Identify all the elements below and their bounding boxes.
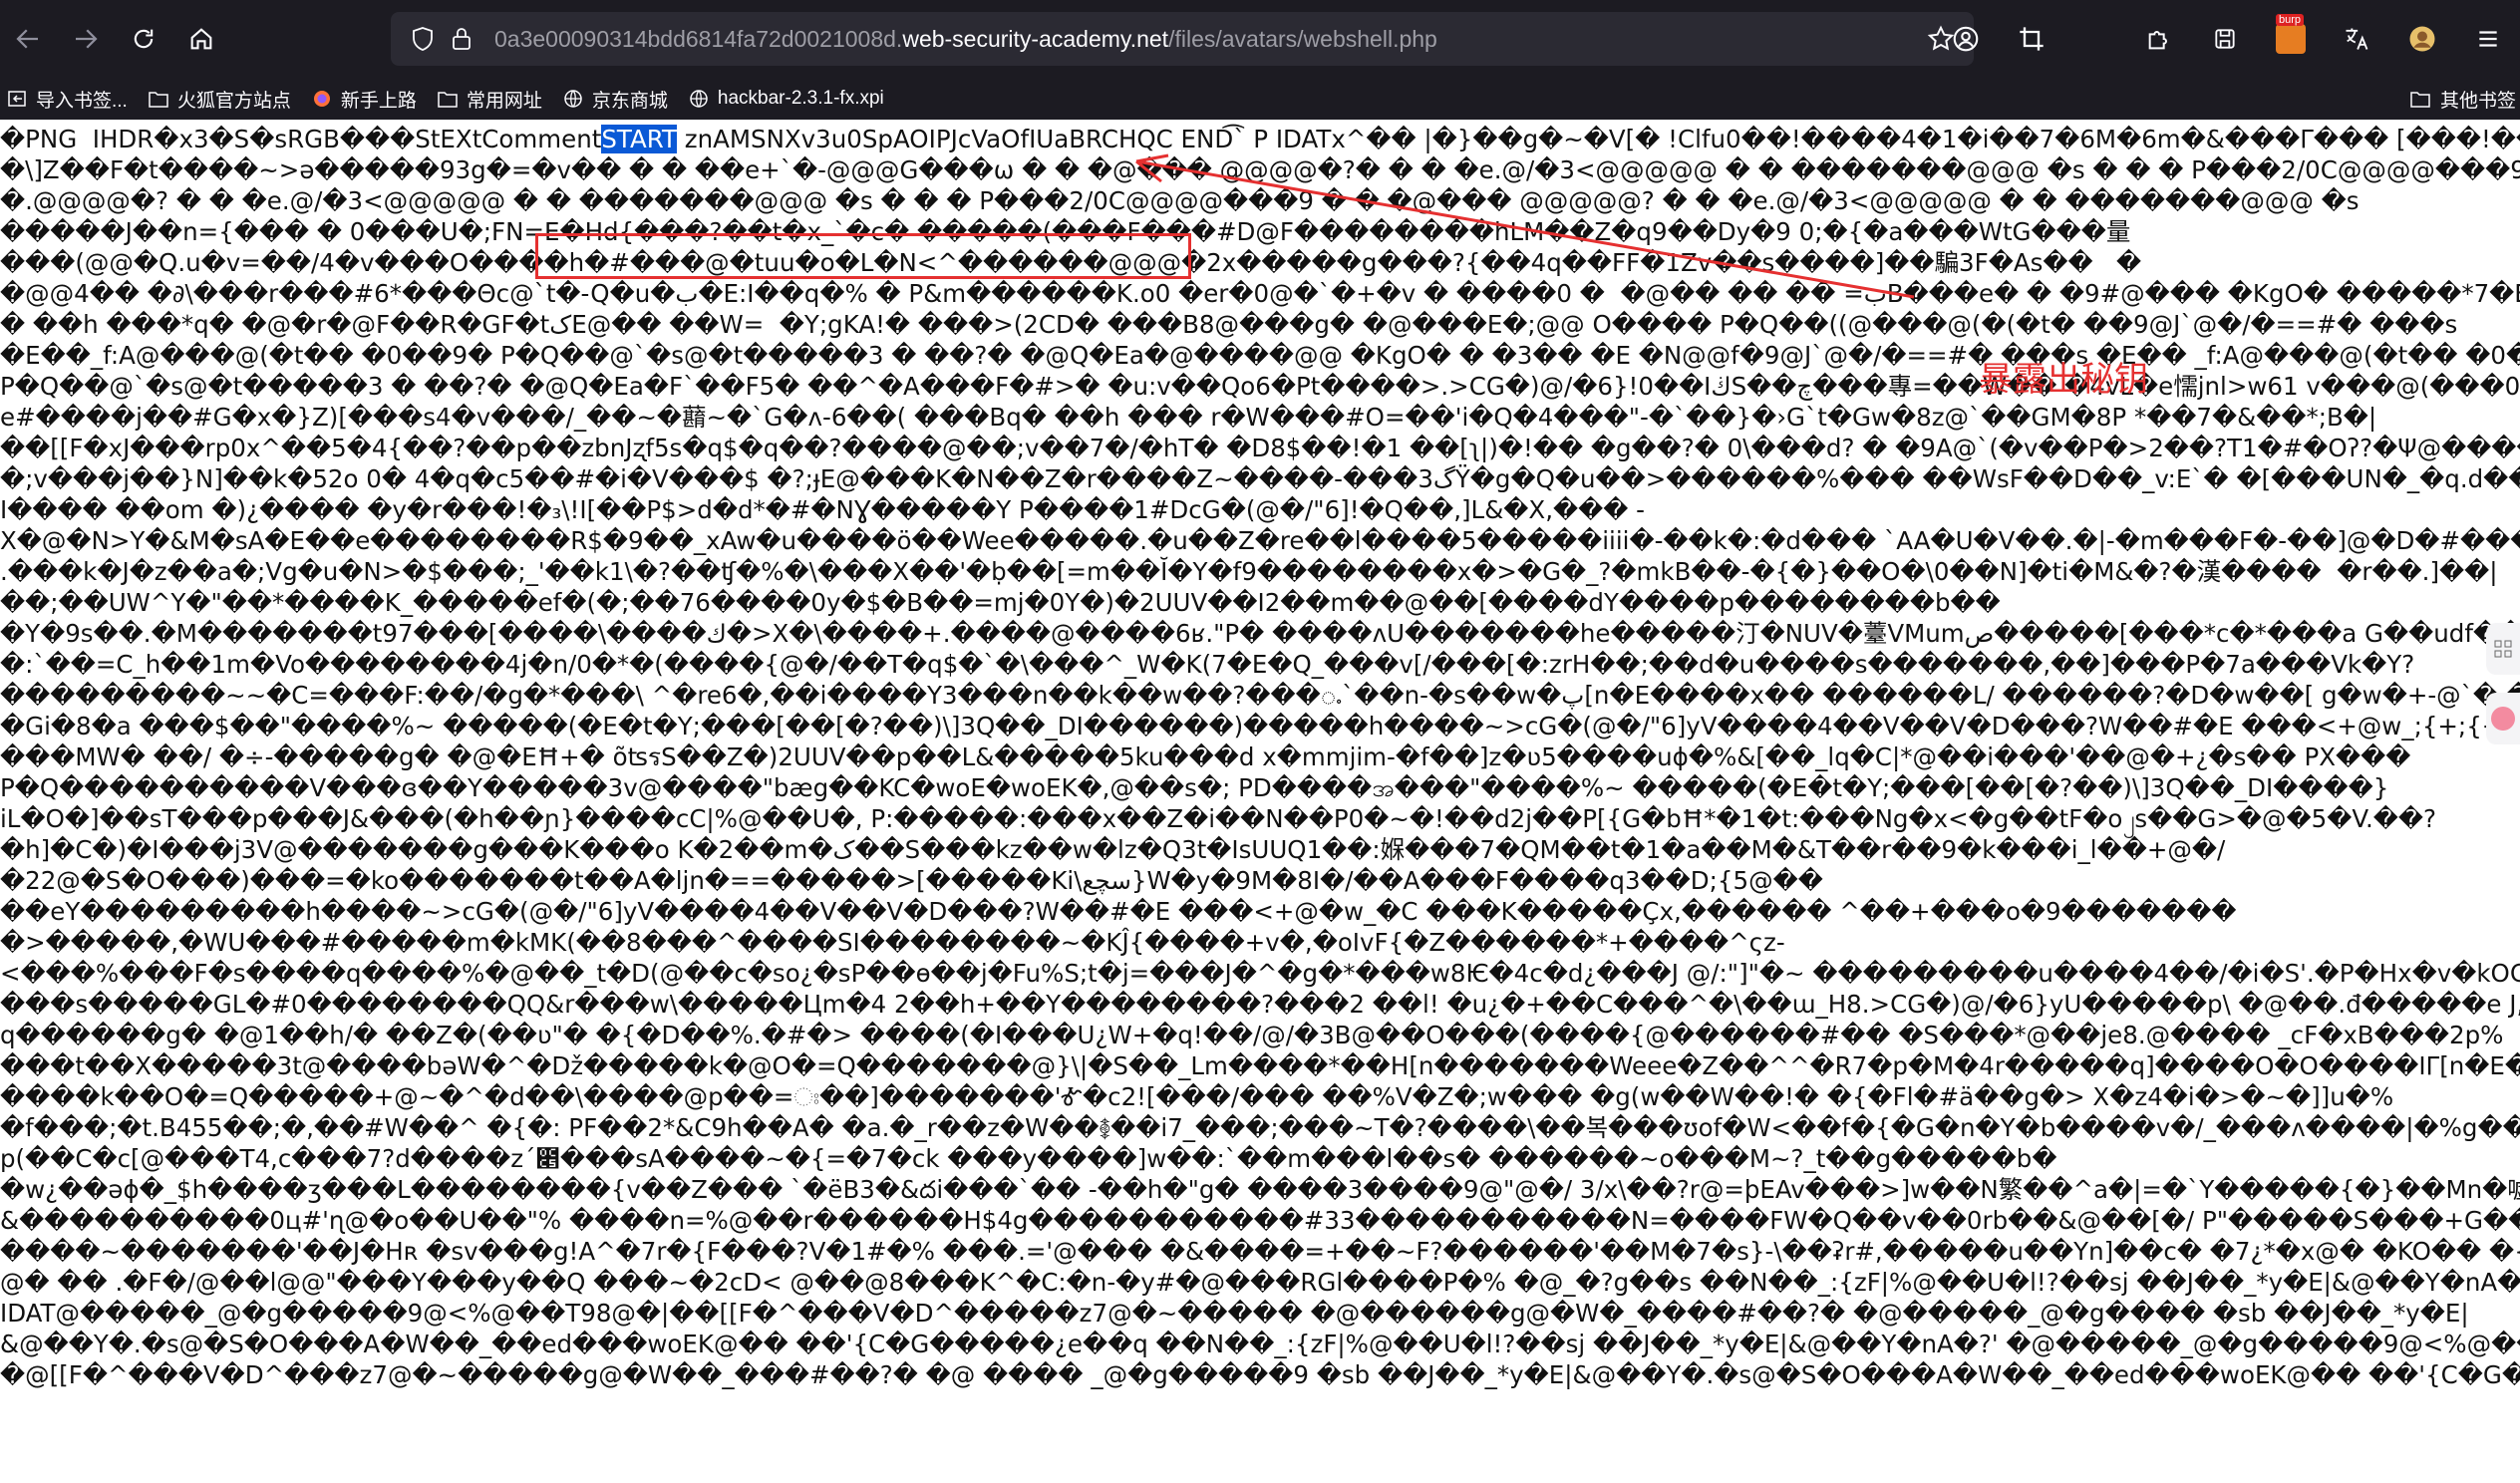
bookmark-common-sites[interactable]: 常用网址 [437,86,542,113]
bookmark-label: 火狐官方站点 [176,90,291,112]
save-button[interactable] [2193,11,2257,67]
burp-extension-button[interactable]: burp [2259,11,2323,67]
arrow-right-icon [76,29,98,49]
url-path: /files/avatars/webshell.php [1168,25,1437,52]
bookmark-import[interactable]: 导入书签... [6,86,128,113]
menu-button[interactable] [2456,11,2520,67]
side-float-button[interactable] [2486,623,2520,675]
firefox-icon [311,89,333,109]
browser-toolbar: 0a3e00090314bdd6814fa72d0021008d.web-sec… [0,0,2520,78]
folder-icon [148,89,169,109]
globe-icon [562,89,584,109]
import-icon [6,89,28,109]
grid-icon [2494,640,2512,658]
folder-icon [2410,89,2432,109]
other-bookmarks-label: 其他书签 [2439,90,2516,112]
annotation-arrow [1135,153,1915,299]
hamburger-icon [2479,31,2497,47]
avatar-button[interactable] [2390,11,2454,67]
page-content: �PNG IHDR�x3�S�sRGB���StEXtCommentSTART … [0,120,2520,1483]
back-button[interactable] [0,11,56,67]
lock-icon[interactable] [451,26,472,52]
url-text[interactable]: 0a3e00090314bdd6814fa72d0021008d.web-sec… [494,26,1437,53]
puzzle-icon [2148,31,2167,50]
arrow-head [1135,153,1169,183]
crop-icon [2020,27,2044,51]
globe-icon [688,89,710,109]
account-button[interactable] [1934,11,1998,67]
other-bookmarks[interactable]: 其他书签 [2410,78,2520,120]
burp-badge: burp [2276,14,2305,26]
bookmark-hackbar[interactable]: hackbar-2.3.1-fx.xpi [688,88,884,110]
avatar-icon [2409,26,2435,52]
home-icon [190,28,212,50]
account-icon [1953,26,1979,52]
reload-button[interactable] [116,11,171,67]
side-translate-button[interactable] [2486,693,2520,744]
bookmark-getting-started[interactable]: 新手上路 [311,86,417,113]
forward-button[interactable] [58,11,114,67]
translate-float-icon [2491,707,2515,731]
url-host: web-security-academy.net [902,25,1169,52]
bookmark-label: 导入书签... [36,90,128,112]
save-icon [2215,29,2235,49]
burp-icon: burp [2276,14,2306,54]
shield-icon[interactable] [411,26,435,52]
arrow-left-icon [16,29,38,49]
home-button[interactable] [173,11,229,67]
folder-icon [437,89,459,109]
bookmark-label: 常用网址 [466,90,542,112]
toolbar-right: burp [1932,0,2520,78]
arrow-line [1135,159,1915,299]
bookmark-label: 京东商城 [591,90,668,112]
bookmark-firefox-official[interactable]: 火狐官方站点 [148,86,291,113]
reload-icon [134,29,154,49]
url-bar[interactable]: 0a3e00090314bdd6814fa72d0021008d.web-sec… [391,12,1974,66]
translate-button[interactable] [2325,11,2388,67]
bookmark-jd[interactable]: 京东商城 [562,86,668,113]
bookmark-label: hackbar-2.3.1-fx.xpi [717,88,884,109]
annotation-label: 暴露出秘钥 [1979,360,2148,400]
translate-icon [2346,28,2368,50]
url-prefix: 0a3e00090314bdd6814fa72d0021008d. [494,25,903,52]
bookmarks-bar: 导入书签... 火狐官方站点 新手上路 常用网址 京东商城 hackbar-2.… [0,78,2520,120]
extensions-button[interactable] [2127,11,2191,67]
bookmark-label: 新手上路 [340,90,417,112]
crop-button[interactable] [2000,11,2063,67]
